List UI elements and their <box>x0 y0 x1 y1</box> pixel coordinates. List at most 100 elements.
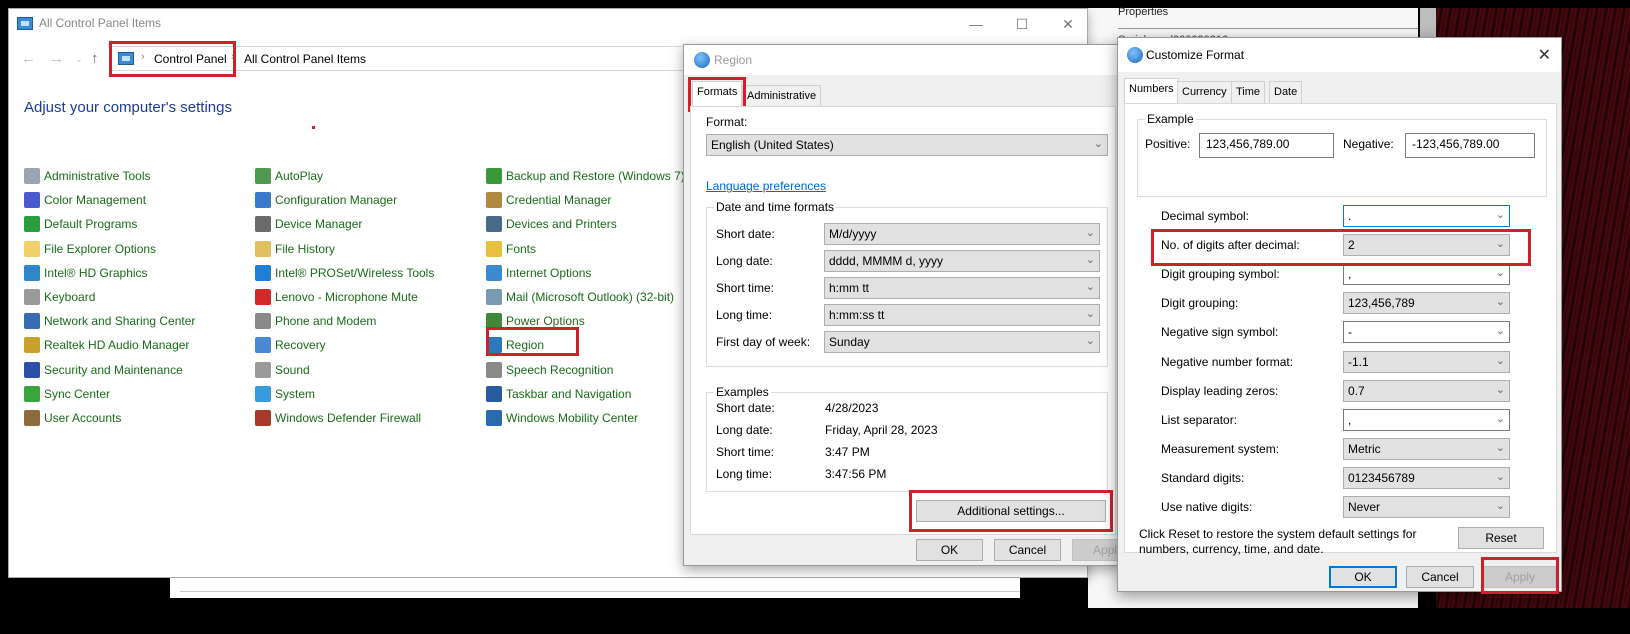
maximize-button[interactable]: ☐ <box>999 13 1045 35</box>
minimize-button[interactable]: — <box>953 13 999 35</box>
speaker-icon <box>255 361 271 378</box>
control-panel-item[interactable]: File History <box>255 237 434 261</box>
tab-time[interactable]: Time <box>1231 81 1266 103</box>
dropdown-value: 0123456789 <box>1348 470 1415 485</box>
forward-arrow-icon[interactable]: → <box>49 50 64 67</box>
date-time-format-dropdown[interactable]: M/d/yyyy ⌄ <box>824 223 1100 245</box>
example-group: Example Positive: 123,456,789.00 Negativ… <box>1137 112 1547 197</box>
breadcrumb-all-items[interactable]: All Control Panel Items <box>244 52 366 66</box>
control-panel-item[interactable]: Backup and Restore (Windows 7) <box>486 164 685 188</box>
control-panel-item[interactable]: Security and Maintenance <box>24 358 195 382</box>
tab-date[interactable]: Date <box>1269 81 1303 103</box>
control-panel-item[interactable]: Device Manager <box>255 212 434 236</box>
dialog-title: Customize Format <box>1146 48 1245 62</box>
number-setting-dropdown[interactable]: , ⌄ <box>1343 263 1510 286</box>
tab-currency[interactable]: Currency <box>1177 81 1232 103</box>
control-panel-item[interactable]: Mail (Microsoft Outlook) (32-bit) <box>486 285 685 309</box>
mail-icon <box>486 289 502 306</box>
control-panel-item[interactable]: AutoPlay <box>255 164 434 188</box>
ok-button[interactable]: OK <box>1329 566 1397 588</box>
number-setting-dropdown[interactable]: Metric ⌄ <box>1343 437 1510 460</box>
number-setting-dropdown[interactable]: Never ⌄ <box>1343 496 1510 518</box>
example-label: Long date: <box>716 423 773 437</box>
example-label: Long time: <box>716 467 773 481</box>
recent-locations-chevron-icon[interactable]: ⌄ <box>75 54 83 65</box>
back-arrow-icon[interactable]: ← <box>21 50 36 67</box>
close-button[interactable]: ✕ <box>1538 45 1551 65</box>
close-button[interactable]: ✕ <box>1045 13 1091 35</box>
date-time-format-label: First day of week: <box>716 335 811 349</box>
numbers-tab-panel: Example Positive: 123,456,789.00 Negativ… <box>1124 103 1557 556</box>
control-panel-item[interactable]: Intel® PROSet/Wireless Tools <box>255 261 434 285</box>
date-time-formats-group: Date and time formats Short date: M/d/yyy… <box>706 200 1108 367</box>
control-panel-item[interactable]: Realtek HD Audio Manager <box>24 333 195 357</box>
control-panel-item[interactable]: Administrative Tools <box>24 164 195 188</box>
control-panel-column: AutoPlay Configuration Manager Device Mana… <box>255 164 434 430</box>
positive-label: Positive: <box>1145 137 1191 151</box>
tab-numbers[interactable]: Numbers <box>1124 78 1179 103</box>
firewall-icon <box>255 409 271 426</box>
control-panel-item[interactable]: Color Management <box>24 188 195 212</box>
control-panel-item[interactable]: Intel® HD Graphics <box>24 261 195 285</box>
control-panel-item[interactable]: System <box>255 382 434 406</box>
number-setting-dropdown[interactable]: -1.1 ⌄ <box>1343 350 1510 373</box>
negative-example-field: -123,456,789.00 <box>1405 133 1535 158</box>
control-panel-item[interactable]: Sync Center <box>24 382 195 406</box>
cancel-button[interactable]: Cancel <box>994 539 1061 561</box>
folder-options-icon <box>24 240 40 257</box>
control-panel-item[interactable]: Configuration Manager <box>255 188 434 212</box>
language-preferences-link[interactable]: Language preferences <box>706 179 826 193</box>
control-panel-item-label: Device Manager <box>275 217 363 232</box>
number-setting-dropdown[interactable]: , ⌄ <box>1343 408 1510 431</box>
control-panel-item[interactable]: Keyboard <box>24 285 195 309</box>
ok-button[interactable]: OK <box>916 539 983 561</box>
number-setting-label: Digit grouping: <box>1161 296 1239 311</box>
tab-administrative[interactable]: Administrative <box>742 85 822 107</box>
number-setting-dropdown[interactable]: 0123456789 ⌄ <box>1343 466 1510 489</box>
control-panel-item[interactable]: Fonts <box>486 237 685 261</box>
control-panel-item[interactable]: Phone and Modem <box>255 309 434 333</box>
control-panel-item-label: Lenovo - Microphone Mute <box>275 290 418 305</box>
control-panel-item-label: Fonts <box>506 241 537 256</box>
format-dropdown[interactable]: English (United States) ⌄ <box>706 134 1108 156</box>
customize-format-dialog: Customize Format ✕ Numbers Currency Time… <box>1117 37 1562 594</box>
number-setting-dropdown[interactable]: . ⌄ <box>1343 205 1510 227</box>
number-setting-dropdown[interactable]: 123,456,789 ⌄ <box>1343 292 1510 315</box>
control-panel-item[interactable]: Network and Sharing Center <box>24 309 195 333</box>
control-panel-item[interactable]: Devices and Printers <box>486 212 685 236</box>
control-panel-item[interactable]: File Explorer Options <box>24 237 195 261</box>
control-panel-item[interactable]: Taskbar and Navigation <box>486 382 685 406</box>
date-time-format-label: Long date: <box>716 254 773 268</box>
chevron-down-icon: ⌄ <box>1085 227 1095 239</box>
control-panel-item[interactable]: Sound <box>255 358 434 382</box>
control-panel-item[interactable]: Credential Manager <box>486 188 685 212</box>
control-panel-item[interactable]: User Accounts <box>24 406 195 430</box>
control-panel-item[interactable]: Speech Recognition <box>486 358 685 382</box>
control-panel-item[interactable]: Lenovo - Microphone Mute <box>255 285 434 309</box>
number-setting-dropdown[interactable]: 0.7 ⌄ <box>1343 379 1510 402</box>
date-time-format-dropdown[interactable]: dddd, MMMM d, yyyy ⌄ <box>824 250 1100 272</box>
control-panel-item[interactable]: Recovery <box>255 333 434 357</box>
microphone-icon <box>486 361 502 378</box>
dropdown-value: - <box>1348 325 1352 340</box>
control-panel-item-label: Intel® HD Graphics <box>44 265 148 280</box>
up-arrow-icon[interactable]: ↑ <box>91 50 99 67</box>
date-time-format-dropdown[interactable]: h:mm tt ⌄ <box>824 277 1100 299</box>
cancel-button[interactable]: Cancel <box>1406 566 1474 588</box>
flag-icon <box>24 361 40 378</box>
date-time-format-dropdown[interactable]: h:mm:ss tt ⌄ <box>824 304 1100 326</box>
date-time-format-dropdown[interactable]: Sunday ⌄ <box>824 331 1100 353</box>
control-panel-item[interactable]: Windows Defender Firewall <box>255 406 434 430</box>
control-panel-item[interactable]: Windows Mobility Center <box>486 406 685 430</box>
number-setting-dropdown[interactable]: - ⌄ <box>1343 321 1510 344</box>
control-panel-item[interactable]: Default Programs <box>24 212 195 236</box>
dropdown-value: 123,456,789 <box>1348 296 1415 311</box>
chevron-down-icon: ⌄ <box>1495 209 1505 221</box>
config-manager-icon <box>255 192 271 209</box>
chevron-down-icon: ⌄ <box>1495 383 1505 396</box>
reset-button[interactable]: Reset <box>1458 527 1544 549</box>
control-panel-item-label: Keyboard <box>44 290 96 305</box>
user-accounts-icon <box>24 409 40 426</box>
number-setting-label: Decimal symbol: <box>1161 209 1250 223</box>
control-panel-item[interactable]: Internet Options <box>486 261 685 285</box>
